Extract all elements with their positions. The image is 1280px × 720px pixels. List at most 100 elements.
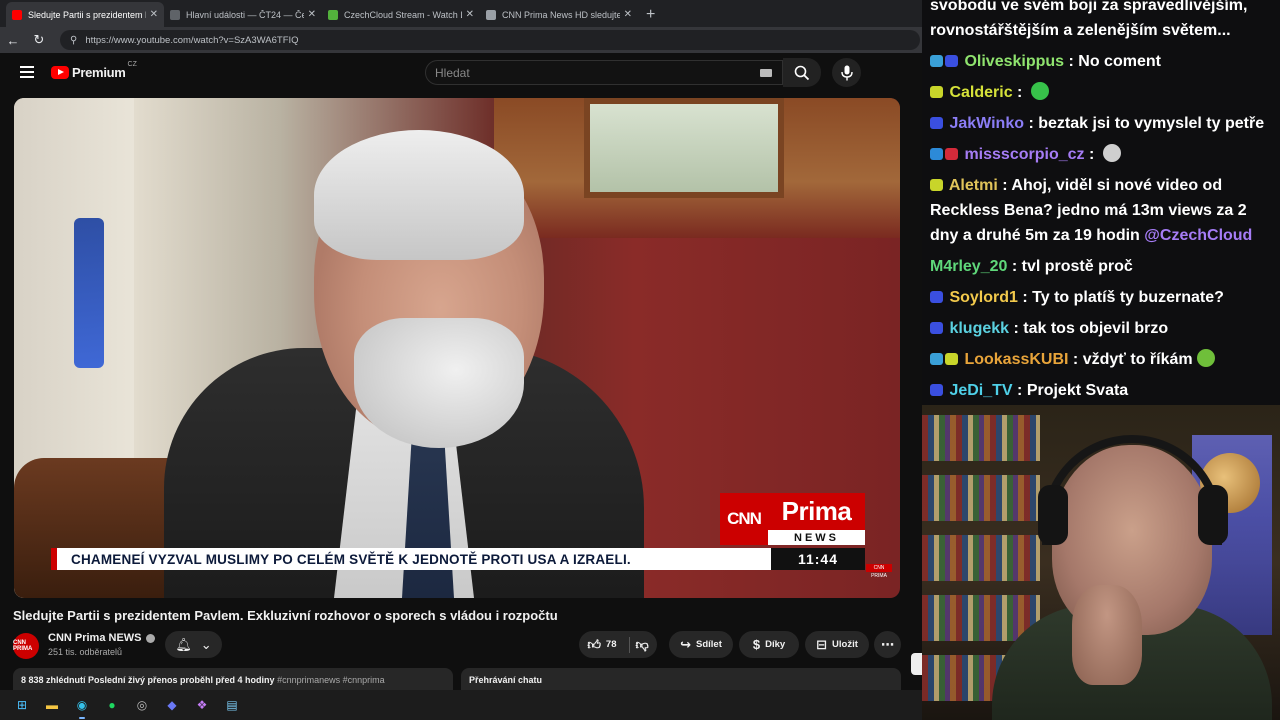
chat-username[interactable]: klugekk — [949, 320, 1009, 337]
search-button[interactable] — [783, 58, 821, 87]
file-explorer-icon[interactable]: ▬ — [42, 695, 62, 715]
new-tab-button[interactable]: + — [646, 2, 655, 27]
chat-replay-header[interactable]: Přehrávání chatu — [461, 668, 901, 690]
chat-top-line-1: svobodu ve svém boji za spravedlivějším, — [930, 0, 1248, 14]
share-button[interactable]: ↪ Sdílet — [669, 631, 733, 658]
chat-mention[interactable]: @CzechCloud — [1144, 227, 1252, 244]
bookshelf-row — [922, 535, 1042, 583]
chat-message: M4rley_20 : tvl prostě proč — [930, 258, 1133, 275]
edge-icon[interactable]: ◉ — [72, 695, 92, 719]
browser-tab[interactable]: Sledujte Partii s prezidentem P ✕ — [6, 2, 164, 27]
chat-message: Aletmi : Ahoj, viděl si nové video od Re… — [930, 177, 1253, 244]
tab-favicon-icon — [328, 9, 338, 20]
thumbs-down-icon[interactable]: 👎︎ — [635, 638, 648, 651]
channel-name-wrap[interactable]: CNN Prima NEWS — [48, 632, 155, 644]
chat-text: vždyť to říkám — [1082, 351, 1193, 368]
browser-tab[interactable]: Hlavní události — ČT24 — Česká t ✕ — [164, 2, 322, 27]
chat-username[interactable]: JakWinko — [949, 115, 1024, 132]
reload-button[interactable]: ↻ — [26, 32, 52, 48]
chat-badge-icon — [930, 86, 943, 98]
chat-username[interactable]: Oliveskippus — [964, 53, 1064, 70]
youtube-play-icon — [51, 65, 69, 79]
scrollbar[interactable] — [911, 653, 922, 675]
video-title: Sledujte Partii s prezidentem Pavlem. Ex… — [13, 608, 558, 623]
chat-badge-icon — [930, 179, 943, 191]
windows-start-icon[interactable]: ⊞ — [12, 695, 32, 715]
books — [922, 535, 1040, 581]
chat-emote-icon — [1196, 349, 1215, 367]
menu-icon[interactable] — [20, 66, 34, 78]
logo-cnn: CNN — [720, 493, 768, 545]
like-divider — [629, 636, 631, 653]
chat-message: Calderic : — [930, 80, 1272, 105]
chat-username[interactable]: JeDi_TV — [949, 382, 1012, 399]
chat-emote-icon — [1030, 82, 1049, 100]
browser-tab[interactable]: CNN Prima News HD sledujte onli ✕ — [480, 2, 638, 27]
tab-close-icon[interactable]: ✕ — [308, 9, 316, 20]
channel-name: CNN Prima NEWS — [48, 632, 142, 644]
obs-icon[interactable]: ◎ — [132, 695, 152, 715]
like-button[interactable]: 👍︎ 78 👎︎ — [579, 631, 657, 658]
address-bar[interactable]: ⚲ https://www.youtube.com/watch?v=SzA3WA… — [60, 30, 920, 50]
chat-badge-icon — [930, 148, 943, 160]
chat-username[interactable]: Soylord1 — [949, 289, 1017, 306]
video-background-window — [584, 98, 784, 198]
chat-text: tak tos objevil brzo — [1023, 320, 1169, 337]
copilot-icon[interactable]: ❖ — [192, 695, 212, 715]
chat-truncated-message: svobodu ve svém boji za spravedlivějším,… — [930, 0, 1272, 43]
tab-title: CzechCloud Stream - Watch Live o — [344, 9, 462, 20]
bell-icon: 🔔︎ — [175, 637, 192, 652]
save-button[interactable]: ⊟ Uložit — [805, 631, 869, 658]
stream-chat-overlay: svobodu ve svém boji za spravedlivějším,… — [922, 0, 1280, 405]
chat-username[interactable]: Aletmi — [949, 177, 998, 194]
chat-username[interactable]: LookassKUBI — [964, 351, 1068, 368]
video-background-lamp — [74, 218, 104, 368]
chat-message: JeDi_TV : Projekt Svata — [930, 378, 1272, 403]
news-clock: 11:44 — [771, 548, 865, 570]
save-label: Uložit — [832, 639, 858, 650]
address-url: https://www.youtube.com/watch?v=SzA3WA6T… — [85, 34, 299, 46]
search-placeholder: Hledat — [435, 65, 470, 80]
thanks-icon: $ — [752, 637, 761, 652]
chat-username[interactable]: missscorpio_cz — [964, 146, 1084, 163]
browser-tab[interactable]: CzechCloud Stream - Watch Live o ✕ — [322, 2, 480, 27]
chat-text: beztak jsi to vymyslel ty petře — [1038, 115, 1265, 132]
chat-badge-icon — [945, 55, 958, 67]
keyboard-icon[interactable] — [760, 69, 772, 77]
notepad-icon[interactable]: ▤ — [222, 695, 242, 715]
chat-message: Soylord1 : Ty to platíš ty buzernate? — [930, 285, 1272, 310]
notification-button[interactable]: 🔔︎ ⌄ — [165, 631, 222, 658]
site-info-icon[interactable]: ⚲ — [70, 35, 77, 46]
search-input[interactable]: Hledat — [425, 60, 783, 85]
news-ticker: CHAMENEÍ VYZVAL MUSLIMY PO CELÉM SVĚTĚ K… — [51, 548, 771, 570]
voice-search-button[interactable] — [832, 58, 861, 87]
logo-region: CZ — [127, 60, 137, 68]
tab-close-icon[interactable]: ✕ — [466, 9, 474, 20]
books — [922, 475, 1040, 521]
chat-badge-icon — [930, 117, 943, 129]
hashtags[interactable]: #cnnprimanews #cnnprima — [277, 675, 385, 685]
save-icon: ⊟ — [816, 637, 828, 652]
webcam-feed — [922, 405, 1280, 720]
back-button[interactable]: ← — [0, 33, 26, 48]
tab-title: Sledujte Partii s prezidentem P — [28, 9, 146, 20]
share-icon: ↪ — [680, 637, 692, 652]
spotify-icon[interactable]: ● — [102, 695, 122, 715]
discord-icon[interactable]: ◆ — [162, 695, 182, 715]
thanks-button[interactable]: $ Díky — [739, 631, 799, 658]
chat-username[interactable]: M4rley_20 — [930, 258, 1007, 275]
tab-favicon-icon — [12, 9, 22, 20]
like-count: 78 — [605, 639, 617, 650]
tab-close-icon[interactable]: ✕ — [624, 9, 632, 20]
chat-username[interactable]: Calderic — [949, 84, 1012, 101]
tab-favicon-icon — [170, 9, 180, 20]
chat-badge-icon — [945, 148, 958, 160]
tab-close-icon[interactable]: ✕ — [150, 9, 158, 20]
channel-avatar[interactable]: CNN PRIMA — [13, 633, 39, 659]
youtube-logo[interactable]: Premium CZ — [51, 61, 137, 80]
description-box[interactable]: 8 838 zhlédnutí Poslední živý přenos pro… — [13, 668, 453, 690]
search-icon — [794, 65, 810, 80]
tab-title: CNN Prima News HD sledujte onli — [502, 9, 620, 20]
more-actions-button[interactable]: ⋯ — [874, 631, 901, 658]
video-player[interactable]: CNN Prima NEWS CHAMENEÍ VYZVAL MUSLIMY P… — [14, 98, 900, 598]
